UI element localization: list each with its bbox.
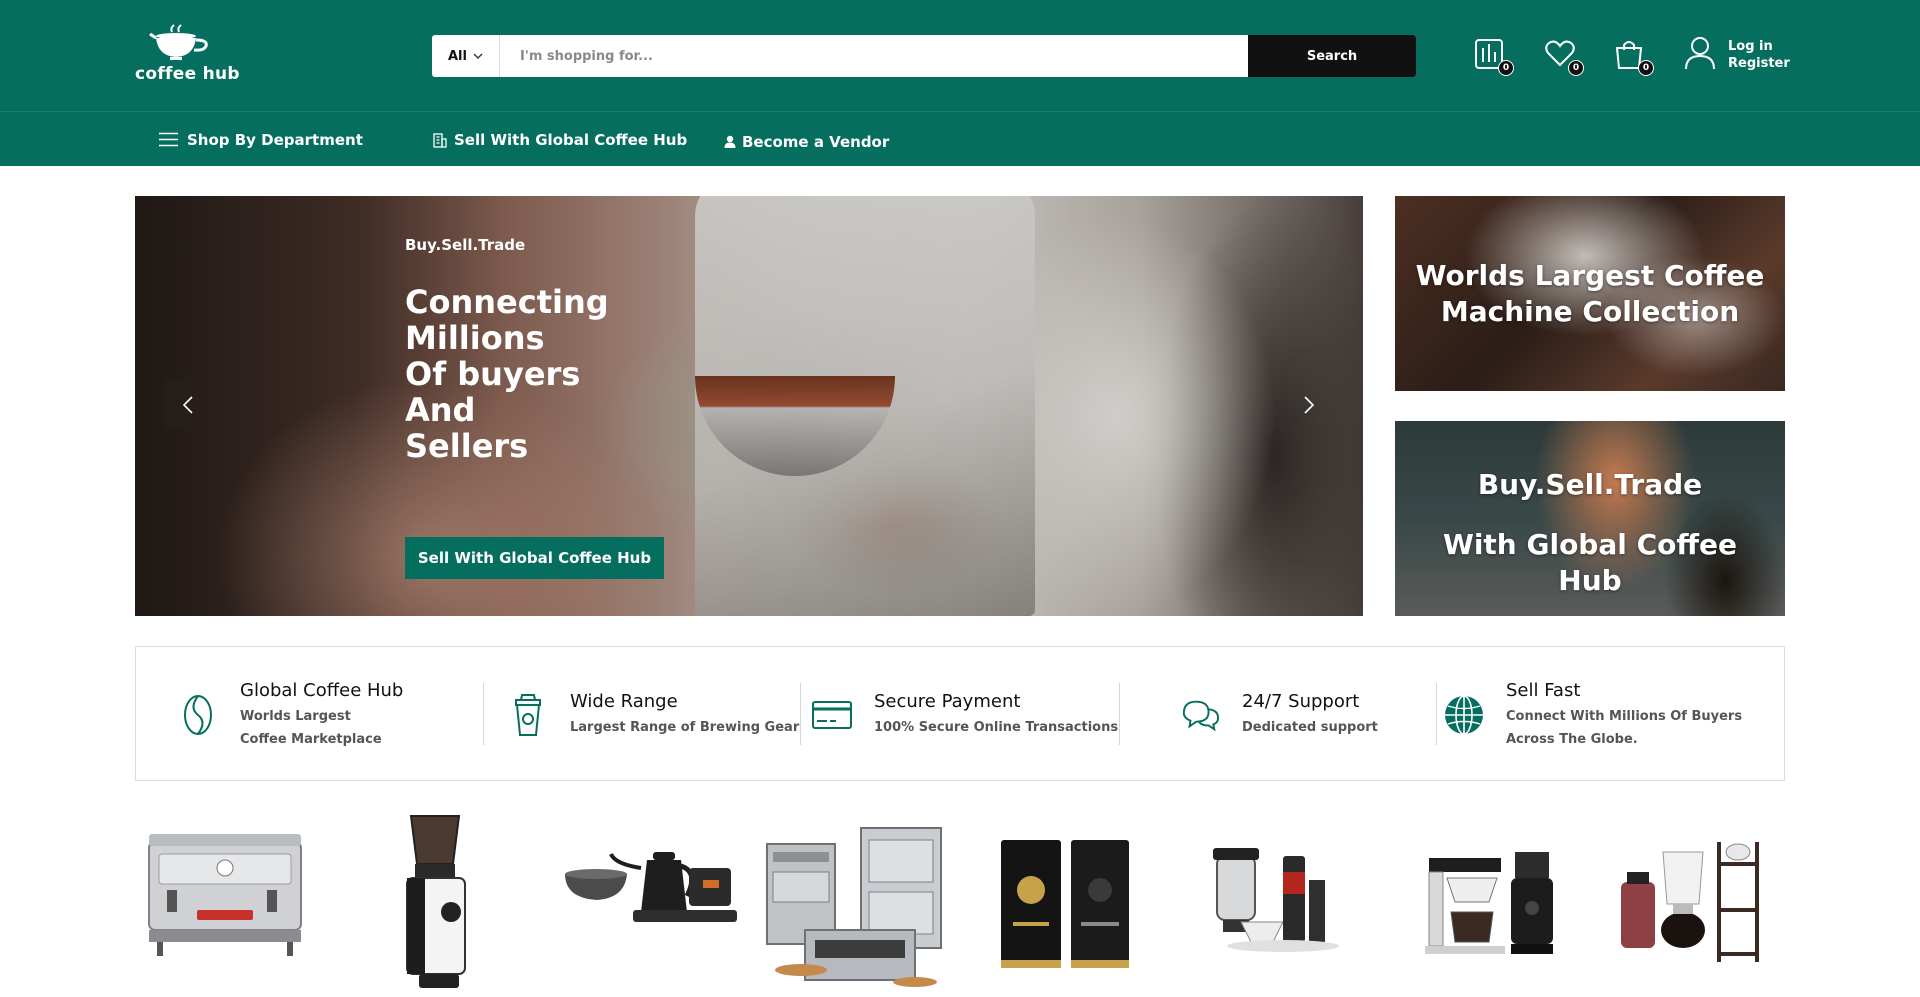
category-drip-brewers[interactable] [1401,812,1581,993]
feature-description: Largest Range of Brewing Gear [570,720,800,735]
wishlist-button[interactable]: 0 [1544,38,1584,76]
feature-divider [1436,683,1437,745]
feature-wide-range: Wide Range Largest Range of Brewing Gear [508,647,799,782]
brewing-equipment-image [1213,848,1339,952]
cart-button[interactable]: 0 [1614,38,1654,76]
espresso-machine-image [148,834,302,956]
chevron-down-icon [473,53,483,59]
slider-next-button[interactable] [1285,381,1333,429]
category-coffee-grinders[interactable] [349,812,529,993]
category-coffee-beans[interactable] [973,812,1153,993]
promo-banner-trade-line2: With Global Coffee Hub [1442,527,1738,597]
hero-title: Connecting Millions Of buyers And Seller… [405,283,609,465]
commercial-ovens-image [766,827,942,987]
promo-banner-machines-title: Worlds Largest Coffee Machine Collection [1415,258,1765,328]
search-input[interactable] [500,35,1248,77]
compare-count-badge: 0 [1498,60,1514,76]
chevron-left-icon [182,396,193,414]
wishlist-count-badge: 0 [1568,60,1584,76]
login-link[interactable]: Log in [1728,38,1790,55]
become-vendor-link[interactable]: Become a Vendor [724,114,889,169]
building-icon [433,132,447,148]
promo-banner-trade-line1: Buy.Sell.Trade [1477,467,1703,501]
site-header: coffee hub All Search 0 0 0 [0,0,1920,111]
feature-support: 24/7 Support Dedicated support [1180,647,1378,782]
category-kettles[interactable] [557,812,737,993]
feature-title: Global Coffee Hub [240,679,404,701]
feature-divider [1119,683,1120,745]
brand-logo[interactable]: coffee hub [134,24,244,88]
account-menu: Log in Register [1684,36,1804,76]
cart-count-badge: 0 [1638,60,1654,76]
category-cold-brew[interactable] [1605,812,1785,993]
shop-by-department-label: Shop By Department [187,130,363,149]
search-category-select[interactable]: All [432,35,500,77]
feature-secure-payment: Secure Payment 100% Secure Online Transa… [812,647,1118,782]
feature-sell-fast: Sell Fast Connect With Millions Of Buyer… [1444,647,1756,782]
drip-brewer-and-grinder-image [1425,852,1553,954]
kettle-and-scale-image [565,852,737,922]
category-espresso-machines[interactable] [137,812,317,993]
feature-divider [800,683,801,745]
search-bar: All Search [432,35,1416,77]
promo-banner-machines[interactable]: Worlds Largest Coffee Machine Collection [1395,196,1785,391]
coffee-cup-icon [508,693,548,737]
cold-brew-tower-image [1621,842,1759,962]
feature-description: Worlds Largest Coffee Marketplace [240,708,382,747]
search-category-label: All [448,48,467,64]
feature-title: Secure Payment [874,691,1021,712]
globe-icon [1444,693,1484,737]
feature-global-hub: Global Coffee Hub Worlds Largest Coffee … [178,647,403,782]
search-button[interactable]: Search [1248,35,1416,77]
slider-prev-button[interactable] [164,381,212,429]
category-brewing-gear[interactable] [1183,812,1363,993]
user-icon [1685,37,1715,70]
feature-description: 100% Secure Online Transactions [874,720,1119,735]
compare-button[interactable]: 0 [1474,38,1514,76]
hamburger-icon [159,132,178,147]
brand-name: coffee hub [135,64,240,84]
feature-title: Sell Fast [1506,679,1581,701]
category-commercial-equipment[interactable] [765,812,945,993]
coffee-pot-logo-icon [149,24,208,60]
vendor-person-icon [724,135,736,148]
feature-title: Wide Range [570,691,678,712]
chevron-right-icon [1304,396,1315,414]
main-navigation: Shop By Department Sell With Global Coff… [0,111,1920,166]
coffee-bags-image [1001,840,1129,968]
sell-with-hub-label: Sell With Global Coffee Hub [454,130,688,149]
coffee-bean-icon [178,693,218,737]
hero-slider: Buy.Sell.Trade Connecting Millions Of bu… [135,196,1363,616]
features-strip: Global Coffee Hub Worlds Largest Coffee … [135,646,1785,781]
sell-with-hub-link[interactable]: Sell With Global Coffee Hub [432,112,687,167]
feature-description: Dedicated support [1242,720,1378,735]
promo-banner-trade[interactable]: Buy.Sell.Trade With Global Coffee Hub [1395,421,1785,616]
chat-icon [1180,693,1220,737]
become-vendor-label: Become a Vendor [742,132,890,151]
feature-divider [483,683,484,745]
hero-kicker: Buy.Sell.Trade [405,236,526,254]
hero-cta-button[interactable]: Sell With Global Coffee Hub [405,537,664,579]
credit-card-icon [812,693,852,737]
shop-by-department-menu[interactable]: Shop By Department [159,112,363,167]
feature-description: Connect With Millions Of Buyers Across T… [1506,708,1743,747]
hero-overlay [135,196,1363,616]
register-link[interactable]: Register [1728,55,1790,72]
coffee-grinder-image [406,815,466,988]
feature-title: 24/7 Support [1242,691,1360,712]
